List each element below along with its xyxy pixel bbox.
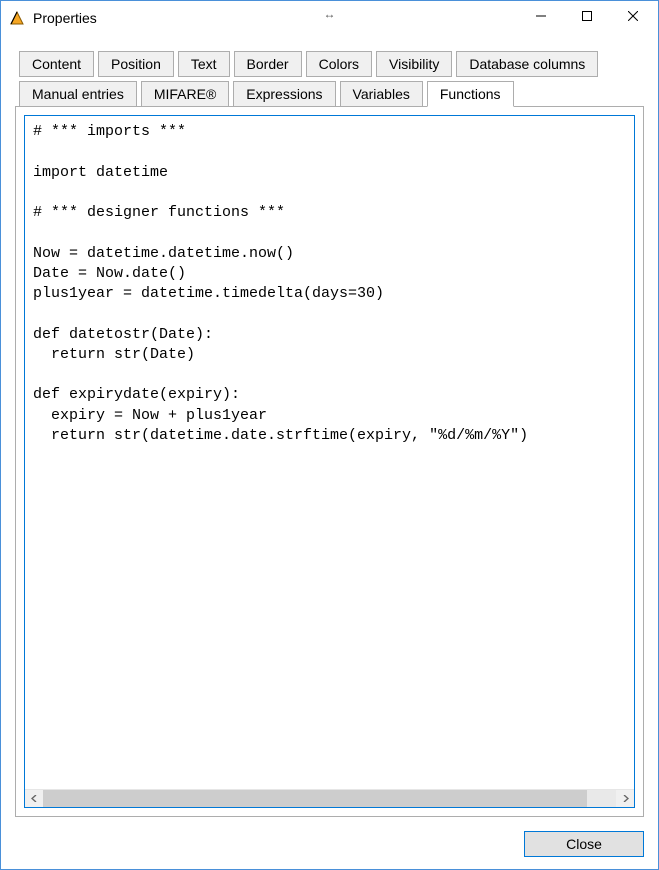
tab-database-columns[interactable]: Database columns [456,51,598,77]
scroll-track[interactable] [43,790,616,807]
properties-window: Properties ↔ Content Position Text Borde… [0,0,659,870]
tab-row-2: Manual entries MIFARE® Expressions Varia… [15,81,644,107]
titlebar: Properties ↔ [1,1,658,35]
horizontal-scrollbar[interactable] [25,789,634,807]
close-window-button[interactable] [610,1,656,31]
code-editor[interactable]: # *** imports *** import datetime # *** … [25,116,634,789]
client-area: Content Position Text Border Colors Visi… [1,35,658,869]
tab-manual-entries[interactable]: Manual entries [19,81,137,107]
code-editor-frame: # *** imports *** import datetime # *** … [24,115,635,808]
resize-horizontal-icon: ↔ [324,7,336,21]
maximize-button[interactable] [564,1,610,31]
scroll-right-icon[interactable] [616,790,634,807]
app-icon [9,10,25,26]
tab-panel-functions: # *** imports *** import datetime # *** … [15,106,644,817]
tab-expressions[interactable]: Expressions [233,81,335,107]
tab-colors[interactable]: Colors [306,51,372,77]
minimize-button[interactable] [518,1,564,31]
scroll-left-icon[interactable] [25,790,43,807]
tab-text[interactable]: Text [178,51,230,77]
tab-position[interactable]: Position [98,51,174,77]
window-controls [518,1,656,35]
tab-content[interactable]: Content [19,51,94,77]
dialog-footer: Close [15,817,644,857]
window-title: Properties [33,10,97,26]
tab-row-1: Content Position Text Border Colors Visi… [15,51,644,77]
close-button[interactable]: Close [524,831,644,857]
tab-functions[interactable]: Functions [427,81,514,107]
tab-visibility[interactable]: Visibility [376,51,452,77]
tab-variables[interactable]: Variables [340,81,423,107]
scroll-thumb[interactable] [43,790,587,807]
tab-border[interactable]: Border [234,51,302,77]
tab-mifare[interactable]: MIFARE® [141,81,229,107]
tab-strip: Content Position Text Border Colors Visi… [15,51,644,106]
